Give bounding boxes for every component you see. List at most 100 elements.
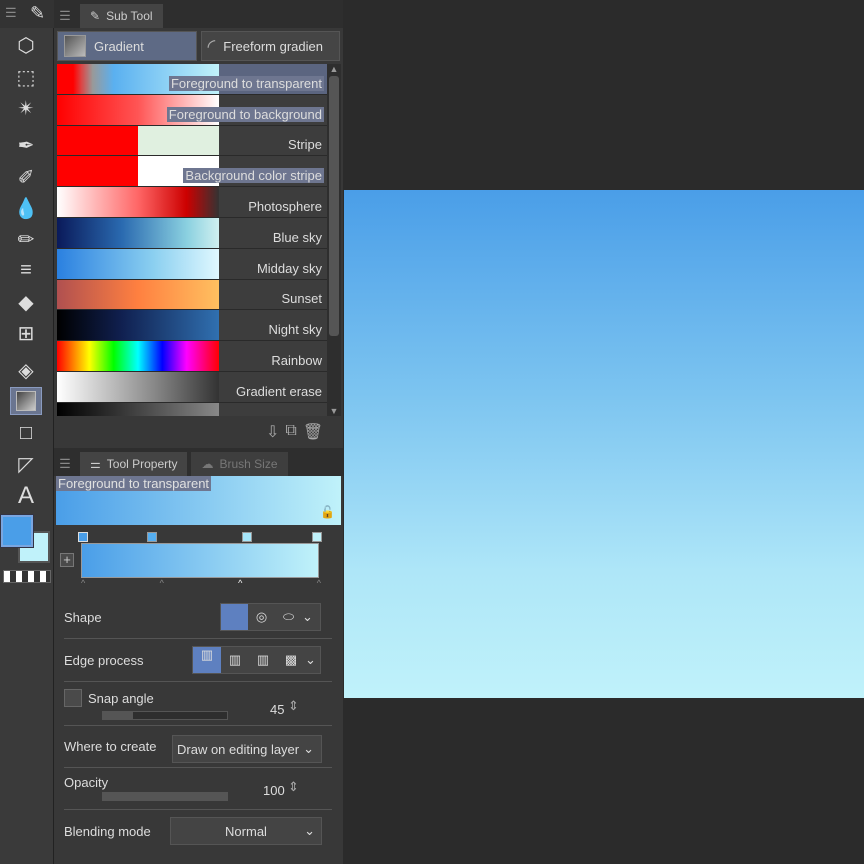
chevron-down-icon[interactable]: ⌄ — [305, 652, 316, 668]
transparent-color-swatch[interactable] — [3, 570, 51, 583]
opacity-stops[interactable]: ^ ^ ^ ^ — [81, 578, 321, 588]
main-color-swatch[interactable] — [0, 514, 34, 548]
edge-repeat-icon[interactable]: ▥ — [221, 652, 249, 668]
preset-label: Night sky — [268, 322, 322, 338]
color-stop[interactable] — [147, 532, 157, 542]
pen-icon[interactable]: ✒ — [10, 131, 42, 159]
preset-label: Foreground to background — [166, 106, 324, 122]
fill-icon[interactable]: ◈ — [10, 356, 42, 384]
trash-icon[interactable]: 🗑 — [303, 422, 323, 442]
preset-item[interactable]: Photosphere — [57, 187, 327, 218]
airbrush-icon[interactable]: ✏ — [10, 225, 42, 253]
preset-label: Blue sky — [272, 229, 322, 245]
snap-angle-checkbox[interactable] — [64, 689, 82, 707]
eraser-icon[interactable]: ◆ — [10, 288, 42, 316]
preset-label: Foreground to transparent — [168, 75, 324, 91]
preset-swatch — [57, 402, 219, 416]
gradient-preset-list: Foreground to transparent Foreground to b… — [57, 64, 327, 416]
gradient-editor-bar[interactable] — [81, 543, 319, 578]
edge-transparent-icon[interactable]: ▩ — [277, 652, 305, 668]
figure-icon[interactable]: ⊞ — [10, 319, 42, 347]
menu-icon[interactable]: ☰ — [54, 452, 76, 476]
gradient-tool-icon[interactable] — [10, 387, 42, 415]
preset-item[interactable]: Foreground to background — [57, 94, 327, 126]
edge-process-row: Edge process ▥ ▥ ▥ ▩ ⌄ — [64, 640, 332, 682]
sub-tool-icon: ✎ — [90, 9, 101, 23]
color-stop[interactable] — [242, 532, 252, 542]
preset-swatch — [57, 217, 219, 248]
preset-item[interactable]: Night sky — [57, 310, 327, 342]
shape-linear-icon[interactable] — [221, 604, 248, 630]
brush-size-icon: ☁ — [201, 457, 214, 471]
shape-ellipse-icon[interactable]: ⬭ — [275, 609, 302, 625]
blending-mode-select[interactable]: Normal ⌄ — [170, 817, 322, 845]
canvas[interactable] — [344, 190, 864, 698]
preset-item[interactable]: Background color stripe — [57, 156, 327, 188]
sliders-icon: ⚌ — [90, 457, 101, 471]
text-tool-icon[interactable]: A — [10, 482, 42, 510]
tab-brush-size[interactable]: ☁ Brush Size — [191, 452, 288, 476]
preset-item[interactable]: Midday sky — [57, 248, 327, 280]
preset-label: Stripe — [288, 137, 322, 153]
subtool-group-gradient[interactable]: Gradient — [57, 31, 197, 61]
blend-tool-icon[interactable]: 💧 — [10, 194, 42, 222]
where-to-create-select[interactable]: Draw on editing layer ⌄ — [172, 735, 322, 763]
preset-name[interactable]: Foreground to transparent — [56, 476, 212, 491]
preset-swatch — [57, 371, 219, 402]
edge-reflect-icon[interactable]: ▥ — [249, 652, 277, 668]
preset-item[interactable]: Rainbow — [57, 341, 327, 372]
chevron-down-icon: ⌄ — [304, 823, 315, 838]
decoration-icon[interactable]: ≡ — [10, 256, 42, 284]
selection-tool-icon[interactable]: ⬚ — [10, 63, 42, 91]
spin-icon[interactable]: ⇕ — [288, 698, 299, 714]
auto-select-icon[interactable]: ✴ — [10, 94, 42, 122]
preset-item[interactable]: Gradient erase — [57, 371, 327, 403]
preset-item[interactable]: Stripe — [57, 125, 327, 157]
color-stop[interactable] — [312, 532, 322, 542]
tab-sub-tool[interactable]: ✎ Sub Tool — [80, 4, 163, 28]
preset-item[interactable] — [57, 402, 327, 416]
preset-scrollbar[interactable]: ▲ ▼ — [327, 64, 341, 416]
opacity-slider[interactable] — [102, 792, 228, 801]
shape-circle-icon[interactable]: ◎ — [248, 609, 275, 625]
import-icon[interactable]: ⇩ — [266, 422, 279, 442]
preset-item[interactable]: Blue sky — [57, 217, 327, 249]
color-stop[interactable] — [78, 532, 88, 542]
chevron-down-icon[interactable]: ⌄ — [302, 609, 313, 625]
menu-icon[interactable]: ☰ — [54, 4, 76, 28]
preset-item[interactable]: Sunset — [57, 279, 327, 311]
lock-icon[interactable]: 🔓 — [320, 505, 335, 519]
preset-swatch — [57, 187, 219, 217]
pencil-icon[interactable]: ✐ — [10, 163, 42, 191]
rectangle-icon[interactable]: □ — [10, 419, 42, 447]
duplicate-icon[interactable]: ⧉ — [285, 422, 296, 442]
preset-swatch — [57, 310, 219, 341]
opacity-value[interactable]: 100 — [263, 783, 285, 798]
preset-item[interactable]: Foreground to transparent — [57, 64, 327, 95]
menu-icon[interactable]: ☰ — [5, 5, 17, 21]
shape-row: Shape ◎ ⬭ ⌄ — [64, 597, 332, 639]
edge-none-icon[interactable]: ▥ — [193, 647, 221, 673]
preset-swatch — [57, 341, 219, 371]
preset-label: Sunset — [281, 291, 322, 307]
snap-angle-value[interactable]: 45 — [270, 702, 284, 717]
preset-label: Midday sky — [256, 260, 322, 276]
pen-tab-icon[interactable]: ✎ — [30, 3, 45, 24]
preset-label: Photosphere — [248, 198, 322, 214]
opacity-row: Opacity 100 ⇕ — [64, 768, 332, 810]
spin-icon[interactable]: ⇕ — [288, 779, 299, 795]
operation-tool-icon[interactable]: ⬡ — [10, 31, 42, 59]
tab-tool-property[interactable]: ⚌ Tool Property — [80, 452, 188, 476]
tool-palette: ☰ ✎ ⬡ ⬚ ✴ ✒ ✐ 💧 ✏ ≡ ◆ ⊞ ◈ □ ◸ A — [0, 0, 54, 864]
preset-swatch — [57, 125, 219, 156]
where-to-create-row: Where to create Draw on editing layer ⌄ — [64, 726, 332, 768]
gradient-icon — [64, 35, 86, 57]
subtool-group-freeform[interactable]: ◜ Freeform gradien — [200, 31, 340, 61]
snap-angle-slider[interactable] — [102, 711, 228, 720]
preset-label: Background color stripe — [183, 168, 324, 184]
ruler-icon[interactable]: ◸ — [10, 450, 42, 478]
preset-preview: Foreground to transparent 🔓 — [56, 476, 341, 525]
chevron-down-icon: ⌄ — [303, 741, 315, 756]
preset-label: Rainbow — [271, 352, 322, 368]
add-stop-icon[interactable]: + — [60, 553, 74, 567]
